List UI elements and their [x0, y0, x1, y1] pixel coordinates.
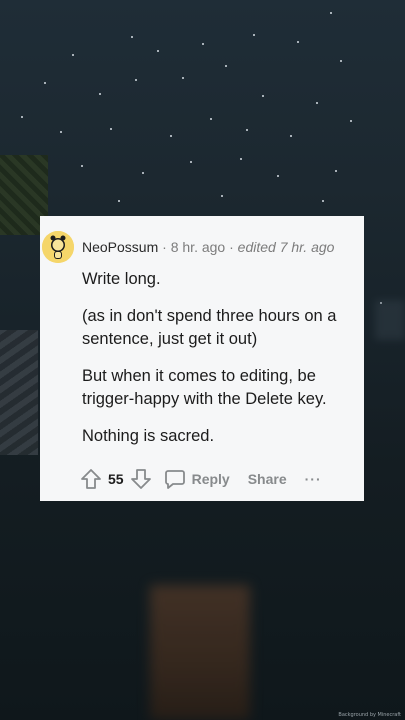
downvote-arrow-icon	[130, 469, 151, 489]
more-options-button[interactable]: ···	[305, 471, 322, 487]
stone-block	[0, 330, 38, 455]
upvote-arrow-icon	[81, 469, 101, 489]
edited-time: edited 7 hr. ago	[237, 239, 335, 255]
comment-paragraph: Write long.	[82, 270, 161, 288]
reply-label: Reply	[191, 471, 230, 487]
comment-actions: 55 Reply Share ···	[80, 466, 322, 492]
post-time: 8 hr. ago	[170, 239, 226, 255]
meta-separator: ·	[229, 239, 234, 255]
downvote-button[interactable]	[130, 468, 152, 490]
share-button[interactable]: Share	[248, 471, 287, 487]
snoo-avatar-icon	[42, 231, 74, 263]
comment-card: NeoPossum · 8 hr. ago · edited 7 hr. ago…	[40, 216, 364, 501]
scene-shadow	[375, 300, 405, 340]
comment-paragraph: (as in don't spend three hours on a sent…	[82, 307, 337, 348]
reply-button[interactable]: Reply	[164, 468, 230, 490]
background-credit: Background by Minecraft	[338, 712, 401, 718]
comment-paragraph: But when it comes to editing, be trigger…	[82, 367, 327, 408]
dirt-path	[150, 585, 250, 720]
upvote-button[interactable]	[80, 468, 102, 490]
user-avatar[interactable]	[42, 231, 74, 263]
comment-meta: NeoPossum · 8 hr. ago · edited 7 hr. ago	[82, 239, 334, 255]
comment-bubble-icon	[164, 470, 185, 489]
username[interactable]: NeoPossum	[82, 239, 158, 255]
comment-body: Write long. (as in don't spend three hou…	[82, 268, 350, 462]
meta-separator: ·	[162, 239, 167, 255]
comment-paragraph: Nothing is sacred.	[82, 427, 215, 445]
vote-score: 55	[108, 471, 124, 487]
